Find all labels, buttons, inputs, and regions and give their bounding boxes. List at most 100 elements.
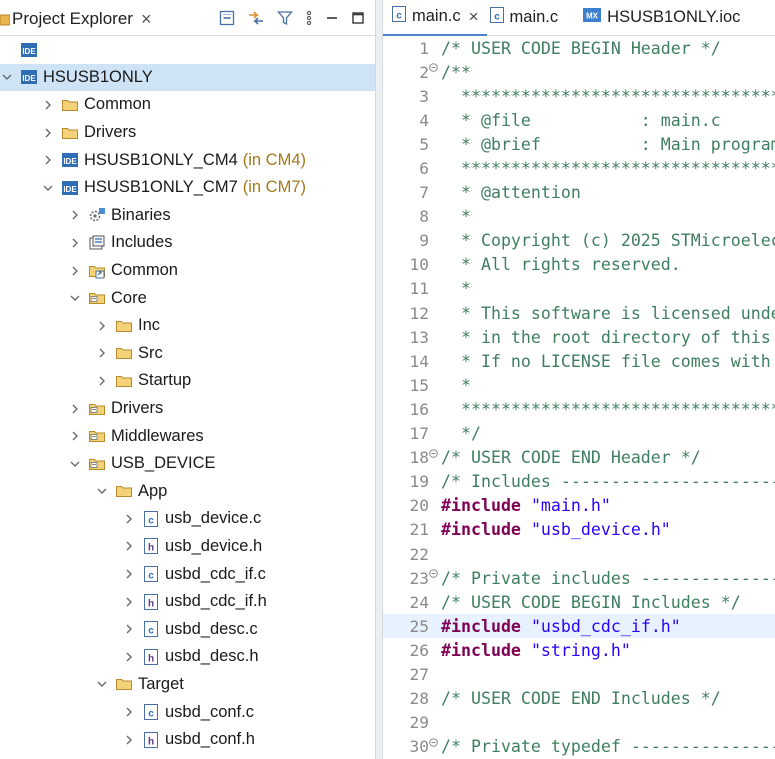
tree-item[interactable]: h usbd_cdc_if.h (0, 588, 375, 616)
chevron-down-icon[interactable] (95, 484, 109, 498)
chevron-right-icon[interactable] (68, 264, 82, 278)
code-line[interactable]: 4 * @file : main.c (383, 108, 775, 132)
tree-item[interactable]: Startup (0, 367, 375, 395)
chevron-right-icon[interactable] (68, 236, 82, 250)
code-line[interactable]: 3 **************************************… (383, 84, 775, 108)
chevron-right-icon[interactable] (122, 512, 136, 526)
tree-item[interactable]: Middlewares (0, 422, 375, 450)
fold-toggle-icon[interactable] (429, 737, 439, 750)
chevron-right-icon[interactable] (41, 126, 55, 140)
tree-item[interactable]: Common (0, 257, 375, 285)
code-line[interactable]: 17 */ (383, 422, 775, 446)
tree-item[interactable]: Includes (0, 229, 375, 257)
code-line[interactable]: 10 * All rights reserved. (383, 253, 775, 277)
tree-item[interactable]: USB_DEVICE (0, 450, 375, 478)
code-line[interactable]: 22 (383, 542, 775, 566)
code-line[interactable]: 20 #include "main.h" (383, 494, 775, 518)
code-line[interactable]: 29 (383, 711, 775, 735)
chevron-right-icon[interactable] (122, 733, 136, 747)
tree-item[interactable]: Binaries (0, 202, 375, 230)
chevron-right-icon[interactable] (122, 539, 136, 553)
fold-toggle-icon[interactable] (429, 63, 439, 75)
chevron-right-icon[interactable] (95, 346, 109, 360)
code-line[interactable]: 12 * This software is licensed under ter… (383, 301, 775, 325)
tree-item[interactable]: h usbd_conf.h (0, 726, 375, 754)
collapse-all-icon[interactable] (219, 10, 235, 26)
tree-item[interactable]: c usb_device.c (0, 505, 375, 533)
chevron-right-icon[interactable] (68, 402, 82, 416)
tree-item[interactable]: Src (0, 340, 375, 368)
code-line[interactable]: 24 /* USER CODE BEGIN Includes */ (383, 590, 775, 614)
tree-item[interactable]: c usbd_conf.c (0, 698, 375, 726)
code-text: /* USER CODE BEGIN Header */ (439, 39, 721, 58)
code-line[interactable]: 21 #include "usb_device.h" (383, 518, 775, 542)
editor-tab[interactable]: c main.c × (383, 0, 487, 36)
code-line[interactable]: 5 * @brief : Main program body (383, 132, 775, 156)
code-line[interactable]: 15 * (383, 373, 775, 397)
tree-item[interactable]: Inc (0, 312, 375, 340)
chevron-right-icon[interactable] (68, 208, 82, 222)
code-line[interactable]: 26 #include "string.h" (383, 638, 775, 662)
chevron-right-icon[interactable] (122, 622, 136, 636)
code-line[interactable]: 13 * in the root directory of this softw… (383, 325, 775, 349)
tree-item[interactable]: h usb_device.h (0, 533, 375, 561)
chevron-right-icon[interactable] (122, 705, 136, 719)
chevron-right-icon[interactable] (122, 567, 136, 581)
tree-item[interactable]: Drivers (0, 395, 375, 423)
code-line[interactable]: 19 /* Includes --------------------------… (383, 470, 775, 494)
close-icon[interactable]: × (141, 9, 152, 30)
chevron-down-icon[interactable] (68, 457, 82, 471)
tree-item[interactable]: c usbd_cdc_if.c (0, 560, 375, 588)
tree-item[interactable]: Core (0, 284, 375, 312)
code-line[interactable]: 1 /* USER CODE BEGIN Header */ (383, 36, 775, 60)
editor-tab[interactable]: c main.c (481, 0, 567, 36)
code-line[interactable]: 6 **************************************… (383, 156, 775, 180)
chevron-down-icon[interactable] (68, 291, 82, 305)
filter-icon[interactable] (277, 10, 293, 26)
code-line[interactable]: 23 /* Private includes ------------------… (383, 566, 775, 590)
code-view[interactable]: 1/* USER CODE BEGIN Header */2/** 3 *****… (383, 36, 775, 759)
code-line[interactable]: 27 (383, 662, 775, 686)
fold-toggle-icon[interactable] (429, 448, 439, 461)
tree-item[interactable]: IDE HSUSB1ONLY_CM4 (in CM4) (0, 146, 375, 174)
tree-item[interactable]: IDE HSUSB1ONLY (0, 63, 375, 92)
editor-tab[interactable]: MX HSUSB1ONLY.ioc (574, 0, 748, 36)
code-line[interactable]: 14 * If no LICENSE file comes with this … (383, 349, 775, 373)
chevron-down-icon[interactable] (41, 181, 55, 195)
tree-item[interactable]: Common (0, 91, 375, 119)
tree-item[interactable]: IDE HSUSB1ONLY_CM7 (in CM7) (0, 174, 375, 202)
view-menu-icon[interactable] (305, 10, 313, 26)
chevron-right-icon[interactable] (95, 319, 109, 333)
code-line[interactable]: 16 *************************************… (383, 397, 775, 421)
close-icon[interactable]: × (469, 7, 479, 27)
chevron-right-icon[interactable] (68, 429, 82, 443)
maximize-icon[interactable] (351, 10, 365, 26)
code-line[interactable]: 18 /* USER CODE END Header */ (383, 446, 775, 470)
tree-item[interactable]: Target (0, 671, 375, 699)
code-line[interactable]: 25 #include "usbd_cdc_if.h" (383, 614, 775, 639)
chevron-down-icon[interactable] (0, 70, 14, 84)
minimize-icon[interactable] (325, 10, 339, 26)
code-line[interactable]: 28 /* USER CODE END Includes */ (383, 687, 775, 711)
tree-item[interactable]: h usbd_desc.h (0, 643, 375, 671)
chevron-right-icon[interactable] (41, 98, 55, 112)
chevron-right-icon[interactable] (95, 374, 109, 388)
chevron-right-icon[interactable] (122, 650, 136, 664)
tree-item[interactable]: IDE (0, 36, 375, 64)
project-explorer-tab[interactable]: Project Explorer × (0, 4, 151, 34)
fold-toggle-icon[interactable] (429, 569, 439, 581)
tree-item[interactable]: App (0, 478, 375, 506)
code-line[interactable]: 11 * (383, 277, 775, 301)
code-line[interactable]: 30 /* Private typedef -------------------… (383, 735, 775, 759)
chevron-down-icon[interactable] (95, 677, 109, 691)
code-line[interactable]: 8 * (383, 205, 775, 229)
link-with-editor-icon[interactable] (247, 10, 265, 26)
chevron-right-icon[interactable] (122, 595, 136, 609)
code-line[interactable]: 9 * Copyright (c) 2025 STMicroelectronic… (383, 229, 775, 253)
chevron-right-icon[interactable] (41, 153, 55, 167)
tree-item[interactable]: Drivers (0, 119, 375, 147)
code-line[interactable]: 7 * @attention (383, 181, 775, 205)
panel-sash[interactable] (375, 0, 383, 759)
code-line[interactable]: 2 /** (383, 60, 775, 84)
tree-item[interactable]: c usbd_desc.c (0, 615, 375, 643)
